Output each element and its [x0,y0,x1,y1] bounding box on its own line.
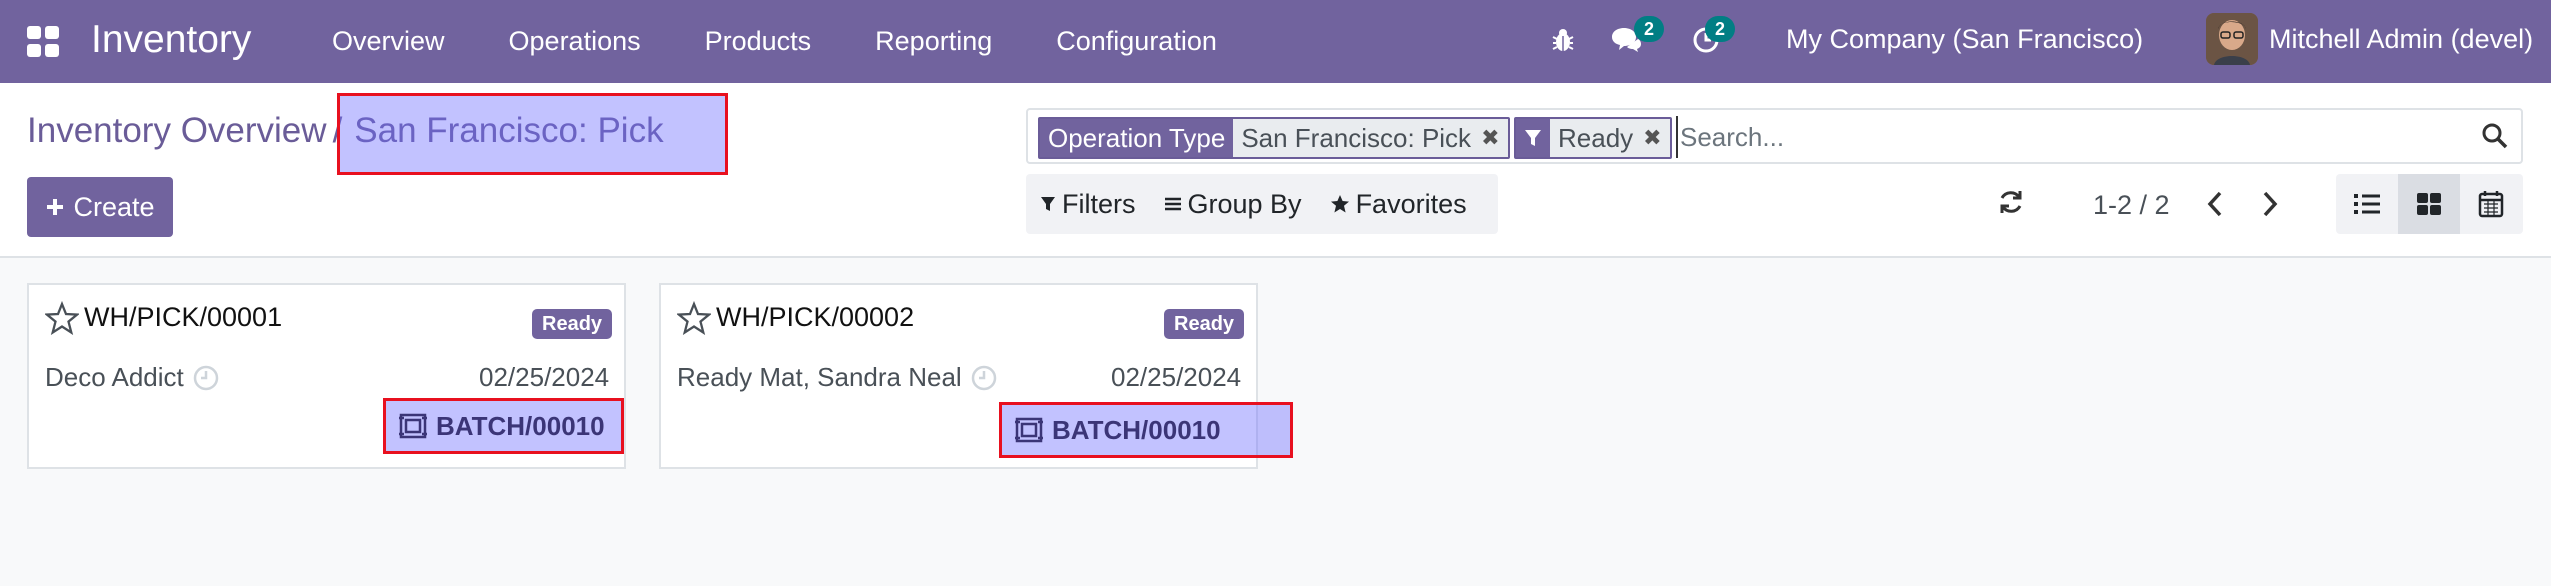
facet-value-text: San Francisco: Pick [1241,122,1472,153]
user-menu[interactable]: Mitchell Admin (devel) [2269,24,2533,55]
filters-dropdown[interactable]: Filters [1026,189,1150,220]
menu-item-operations[interactable]: Operations [477,26,673,57]
facet-value: San Francisco: Pick ✖ [1233,119,1508,157]
batch-box-icon [399,413,427,439]
picking-reference: WH/PICK/00001 [84,302,283,332]
search-facet-operation-type[interactable]: Operation Type San Francisco: Pick ✖ [1038,117,1510,159]
partner-name: Deco Addict [45,362,220,393]
apps-menu-icon[interactable] [27,26,59,58]
partner-name-text: Ready Mat, Sandra Neal [677,362,962,392]
user-avatar[interactable] [2206,13,2258,65]
filters-label: Filters [1062,188,1136,219]
create-button[interactable]: Create [27,177,173,237]
menu-item-reporting[interactable]: Reporting [843,26,1024,57]
partner-name: Ready Mat, Sandra Neal [677,362,998,393]
batch-box-icon [1015,417,1043,443]
filter-icon [1041,197,1055,211]
favorites-dropdown[interactable]: Favorites [1316,189,1481,220]
partner-name-text: Deco Addict [45,362,184,392]
search-bar[interactable]: Operation Type San Francisco: Pick ✖ Rea… [1026,108,2523,164]
activity-clock-icon[interactable] [192,364,220,392]
filter-icon [1516,119,1550,157]
scheduled-date: 02/25/2024 [1111,362,1242,392]
pager-value[interactable]: 1-2 / 2 [2093,190,2170,221]
company-switcher[interactable]: My Company (San Francisco) [1786,24,2143,55]
star-icon[interactable] [675,300,713,336]
list-view-icon[interactable] [2336,174,2398,234]
activities-count-badge: 2 [1705,16,1735,42]
status-badge: Ready [532,309,613,339]
activity-clock-icon[interactable] [970,364,998,392]
facet-value: Ready ✖ [1550,119,1670,157]
menu-item-configuration[interactable]: Configuration [1024,26,1249,57]
star-icon[interactable] [43,300,81,336]
messages-count-badge: 2 [1634,16,1664,42]
facet-value-text: Ready [1558,122,1634,153]
search-icon[interactable] [2481,122,2511,152]
kanban-view-icon[interactable] [2398,174,2460,234]
plus-icon [47,199,64,215]
control-panel: Inventory Overview / San Francisco: Pick… [0,83,2551,258]
breadcrumb-parent-link[interactable]: Inventory Overview [27,111,327,151]
app-title[interactable]: Inventory [91,18,251,62]
breadcrumb-current-highlight [337,93,728,175]
star-icon [1330,195,1349,213]
top-navbar: Inventory Overview Operations Products R… [0,0,2551,83]
status-badge: Ready [1164,309,1245,339]
batch-link[interactable]: BATCH/00010 [383,398,624,454]
refresh-icon[interactable] [1997,188,2027,218]
picking-reference: WH/PICK/00002 [716,302,915,332]
group-by-dropdown[interactable]: Group By [1150,189,1316,220]
favorites-label: Favorites [1355,188,1467,219]
batch-link[interactable]: BATCH/00010 [999,402,1293,458]
list-bars-icon [1164,197,1181,211]
chevron-left-icon[interactable] [2200,187,2230,221]
remove-facet-icon[interactable]: ✖ [1481,125,1499,151]
main-menu: Overview Operations Products Reporting C… [300,0,1249,83]
create-button-label: Create [73,191,155,222]
batch-name: BATCH/00010 [436,410,605,441]
search-input[interactable] [1676,116,2476,158]
menu-item-overview[interactable]: Overview [300,26,477,57]
menu-item-products[interactable]: Products [673,26,844,57]
scheduled-date: 02/25/2024 [479,362,610,392]
debug-bug-icon[interactable] [1543,20,1583,60]
facet-label: Operation Type [1040,119,1234,157]
remove-facet-icon[interactable]: ✖ [1643,125,1661,151]
batch-name: BATCH/00010 [1052,414,1221,445]
search-facet-ready-filter[interactable]: Ready ✖ [1514,117,1672,159]
calendar-view-icon[interactable] [2460,174,2522,234]
group-by-label: Group By [1187,188,1302,219]
search-options-bar: Filters Group By Favorites [1026,174,1498,234]
view-switcher [2336,174,2523,234]
chevron-right-icon[interactable] [2255,187,2285,221]
